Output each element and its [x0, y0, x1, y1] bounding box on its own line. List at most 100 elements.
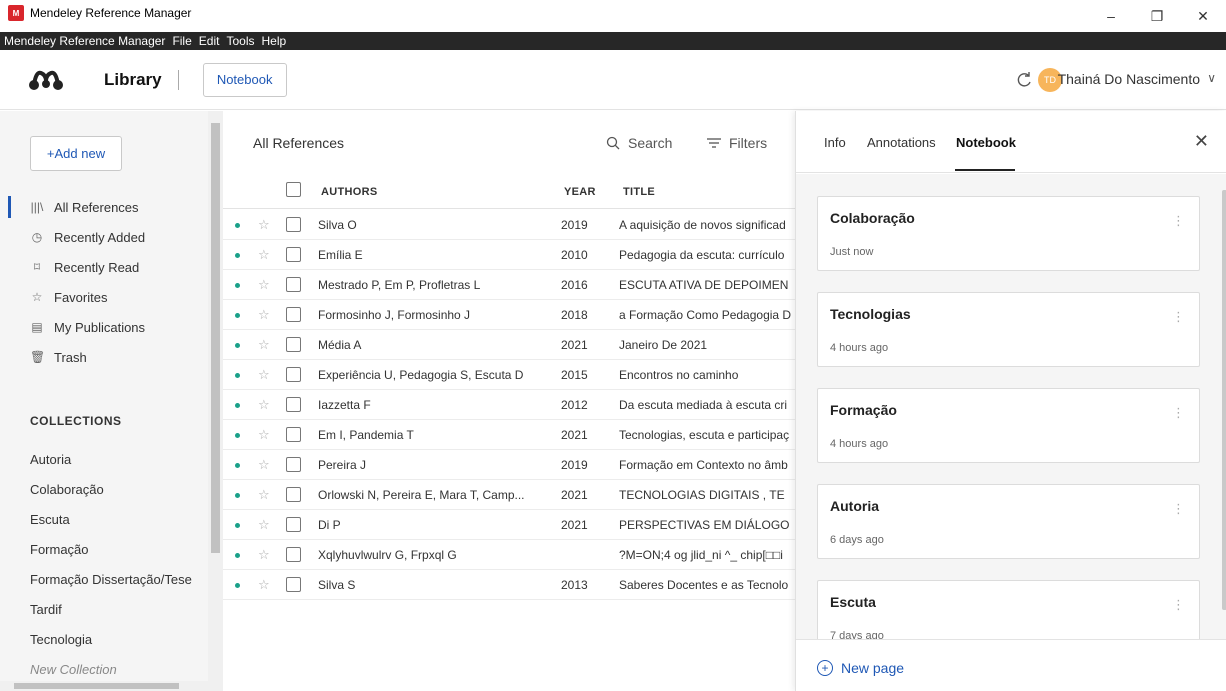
trash-icon: 🗑 [30, 350, 46, 364]
row-checkbox[interactable] [286, 367, 301, 382]
note-card[interactable]: Tecnologias 4 hours ago ⋮ [817, 292, 1200, 367]
row-checkbox[interactable] [286, 517, 301, 532]
search-button[interactable]: Search [606, 135, 672, 151]
row-title: Encontros no caminho [619, 368, 739, 382]
more-options-icon[interactable]: ⋮ [1172, 405, 1185, 421]
note-card[interactable]: Colaboração Just now ⋮ [817, 196, 1200, 271]
column-title[interactable]: TITLE [623, 186, 655, 198]
table-row[interactable]: ☆ Pereira J 2019 Formação em Contexto no âm… [223, 450, 795, 480]
row-year: 2010 [561, 248, 588, 262]
tab-notebook[interactable]: Notebook [956, 135, 1016, 150]
new-page-button[interactable]: + New page [817, 660, 904, 676]
menu-help[interactable]: Help [261, 34, 286, 48]
note-card[interactable]: Escuta 7 days ago ⋮ [817, 580, 1200, 639]
table-row[interactable]: ☆ Xqlyhuvlwulrv G, Frpxql G ?M=ON;4 og jli… [223, 540, 795, 570]
unread-dot-icon [235, 583, 240, 588]
select-all-checkbox[interactable] [286, 182, 301, 197]
row-authors: Média A [318, 338, 362, 352]
more-options-icon[interactable]: ⋮ [1172, 597, 1185, 613]
table-row[interactable]: ☆ Di P 2021 PERSPECTIVAS EM DIÁLOGO [223, 510, 795, 540]
more-options-icon[interactable]: ⋮ [1172, 309, 1185, 325]
new-collection-button[interactable]: New Collection [30, 654, 192, 684]
favorite-star-icon[interactable]: ☆ [258, 457, 270, 473]
favorite-star-icon[interactable]: ☆ [258, 577, 270, 593]
sidebar-scrollbar[interactable] [208, 111, 223, 681]
row-checkbox[interactable] [286, 397, 301, 412]
collection-item[interactable]: Escuta [30, 504, 192, 534]
favorite-star-icon[interactable]: ☆ [258, 247, 270, 263]
row-checkbox[interactable] [286, 547, 301, 562]
favorite-star-icon[interactable]: ☆ [258, 217, 270, 233]
minimize-icon[interactable]: – [1088, 0, 1134, 32]
note-card[interactable]: Autoria 6 days ago ⋮ [817, 484, 1200, 559]
menu-tools[interactable]: Tools [226, 34, 254, 48]
column-year[interactable]: YEAR [564, 186, 596, 198]
filters-button[interactable]: Filters [707, 135, 767, 151]
collections-heading: COLLECTIONS [30, 414, 122, 428]
chevron-down-icon[interactable]: ∨ [1207, 71, 1216, 85]
favorite-star-icon[interactable]: ☆ [258, 337, 270, 353]
notebook-button[interactable]: Notebook [202, 62, 287, 97]
row-checkbox[interactable] [286, 307, 301, 322]
table-row[interactable]: ☆ Mestrado P, Em P, Profletras L 2016 ESCUT… [223, 270, 795, 300]
favorite-star-icon[interactable]: ☆ [258, 547, 270, 563]
sidebar-item-recently-read[interactable]: ⌑ Recently Read [0, 252, 208, 282]
collection-item[interactable]: Formação Dissertação/Tese [30, 564, 192, 594]
favorite-star-icon[interactable]: ☆ [258, 487, 270, 503]
table-row[interactable]: ☆ Em I, Pandemia T 2021 Tecnologias, escuta… [223, 420, 795, 450]
favorite-star-icon[interactable]: ☆ [258, 367, 270, 383]
scrollbar-thumb[interactable] [211, 123, 220, 553]
more-options-icon[interactable]: ⋮ [1172, 501, 1185, 517]
table-row[interactable]: ☆ Iazzetta F 2012 Da escuta mediada à escut… [223, 390, 795, 420]
sidebar-item-recently-added[interactable]: ◷ Recently Added [0, 222, 208, 252]
favorite-star-icon[interactable]: ☆ [258, 427, 270, 443]
sync-icon[interactable] [1014, 70, 1034, 90]
add-new-button[interactable]: +Add new [30, 136, 122, 171]
table-row[interactable]: ☆ Formosinho J, Formosinho J 2018 a Formaçã… [223, 300, 795, 330]
column-authors[interactable]: AUTHORS [321, 186, 378, 198]
favorite-star-icon[interactable]: ☆ [258, 307, 270, 323]
tab-annotations[interactable]: Annotations [867, 135, 936, 150]
collection-item[interactable]: Autoria [30, 444, 192, 474]
scrollbar-thumb[interactable] [14, 683, 179, 689]
panel-tabs: Info Annotations Notebook ✕ [796, 111, 1226, 173]
collection-item[interactable]: Tecnologia [30, 624, 192, 654]
collection-item[interactable]: Colaboração [30, 474, 192, 504]
table-row[interactable]: ☆ Experiência U, Pedagogia S, Escuta D 201… [223, 360, 795, 390]
table-row[interactable]: ☆ Orlowski N, Pereira E, Mara T, Camp... 2… [223, 480, 795, 510]
user-name[interactable]: Thainá Do Nascimento [1058, 71, 1200, 87]
sidebar-item-my-publications[interactable]: ▤ My Publications [0, 312, 208, 342]
restore-icon[interactable]: ❐ [1134, 0, 1180, 32]
sidebar-item-all-references[interactable]: |||\ All References [0, 192, 208, 222]
sidebar-item-trash[interactable]: 🗑 Trash [0, 342, 208, 372]
favorite-star-icon[interactable]: ☆ [258, 277, 270, 293]
menu-app[interactable]: Mendeley Reference Manager [4, 34, 165, 48]
menu-file[interactable]: File [172, 34, 191, 48]
row-checkbox[interactable] [286, 457, 301, 472]
note-card[interactable]: Formação 4 hours ago ⋮ [817, 388, 1200, 463]
table-row[interactable]: ☆ Silva O 2019 A aquisição de novos signifi… [223, 210, 795, 240]
row-checkbox[interactable] [286, 247, 301, 262]
tab-info[interactable]: Info [824, 135, 846, 150]
row-checkbox[interactable] [286, 217, 301, 232]
more-options-icon[interactable]: ⋮ [1172, 213, 1185, 229]
collection-item[interactable]: Tardif [30, 594, 192, 624]
panel-scrollbar[interactable] [1222, 190, 1226, 610]
table-row[interactable]: ☆ Emília E 2010 Pedagogia da escuta: curríc… [223, 240, 795, 270]
menu-edit[interactable]: Edit [199, 34, 220, 48]
table-row[interactable]: ☆ Média A 2021 Janeiro De 2021 [223, 330, 795, 360]
close-window-icon[interactable]: ✕ [1180, 0, 1226, 32]
row-checkbox[interactable] [286, 337, 301, 352]
table-row[interactable]: ☆ Silva S 2013 Saberes Docentes e as Tecnol… [223, 570, 795, 600]
sidebar-horizontal-scrollbar[interactable] [0, 681, 223, 691]
row-checkbox[interactable] [286, 427, 301, 442]
favorite-star-icon[interactable]: ☆ [258, 517, 270, 533]
close-icon[interactable]: ✕ [1194, 131, 1209, 152]
collection-item[interactable]: Formação [30, 534, 192, 564]
row-checkbox[interactable] [286, 277, 301, 292]
row-checkbox[interactable] [286, 487, 301, 502]
unread-dot-icon [235, 223, 240, 228]
favorite-star-icon[interactable]: ☆ [258, 397, 270, 413]
sidebar-item-favorites[interactable]: ☆ Favorites [0, 282, 208, 312]
row-checkbox[interactable] [286, 577, 301, 592]
